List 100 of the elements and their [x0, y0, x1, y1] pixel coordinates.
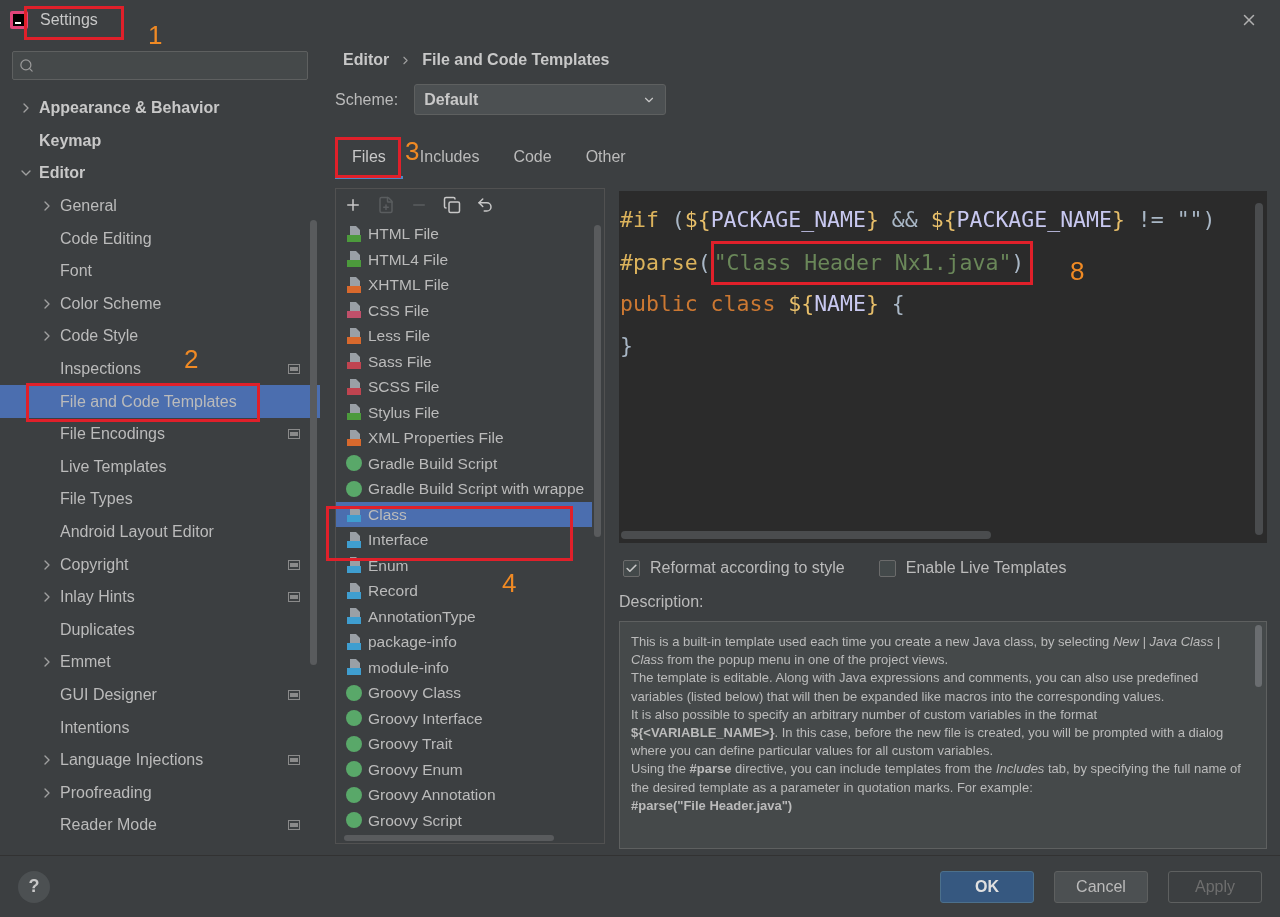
scheme-dropdown[interactable]: Default: [414, 84, 667, 115]
file-icon: [346, 250, 362, 269]
template-item[interactable]: Enum: [336, 552, 413, 578]
tree-item[interactable]: File Types: [0, 483, 320, 516]
file-icon: [346, 352, 362, 371]
project-icon: [288, 592, 300, 603]
tree-item[interactable]: Inlay Hints: [0, 580, 320, 614]
file-icon: [346, 301, 362, 320]
template-item[interactable]: Sass File: [336, 348, 436, 374]
groovy-icon: [346, 684, 362, 701]
template-item[interactable]: package-info: [336, 629, 461, 655]
tree-item[interactable]: Live Templates: [0, 450, 320, 484]
tree-item[interactable]: Duplicates: [0, 613, 320, 647]
code-line: #parse("Class Header Nx1.java"): [619, 241, 1034, 283]
search-field[interactable]: [12, 51, 308, 80]
tree-item[interactable]: File Encodings: [0, 417, 320, 451]
tree-item[interactable]: Appearance & Behavior: [0, 92, 320, 125]
template-item[interactable]: Groovy Script: [336, 807, 466, 833]
annotation-number: 4: [502, 570, 517, 596]
file-icon: [346, 377, 362, 396]
copy-icon[interactable]: [443, 196, 461, 214]
file-icon: [346, 224, 362, 243]
groovy-icon: [346, 786, 362, 803]
template-item[interactable]: Gradle Build Script with wrappe: [336, 476, 589, 502]
project-icon: [288, 755, 300, 766]
scrollbar[interactable]: [344, 835, 554, 841]
template-item[interactable]: HTML4 File: [336, 246, 453, 272]
scrollbar[interactable]: [1255, 625, 1262, 687]
template-item[interactable]: Groovy Trait: [336, 731, 457, 757]
groovy-icon: [346, 455, 362, 472]
tree-item[interactable]: Color Scheme: [0, 287, 320, 321]
template-item[interactable]: module-info: [336, 654, 453, 680]
tree-item[interactable]: General: [0, 189, 320, 223]
tree-item[interactable]: Language Injections: [0, 743, 320, 777]
template-item[interactable]: CSS File: [336, 297, 434, 323]
file-icon: [346, 403, 362, 422]
description-text: #parse("File Header.java"): [631, 796, 794, 815]
tree-item[interactable]: GUI Designer: [0, 678, 320, 712]
template-item[interactable]: Groovy Annotation: [336, 782, 500, 808]
code-line: #if (${PACKAGE_NAME} && ${PACKAGE_NAME} != ""): [619, 206, 1216, 234]
tree-item[interactable]: Android Layout Editor: [0, 515, 320, 549]
checkmark-icon: [625, 561, 638, 575]
file-icon: [346, 632, 362, 651]
project-icon: [288, 820, 300, 831]
template-item[interactable]: AnnotationType: [336, 603, 480, 629]
template-item[interactable]: SCSS File: [336, 374, 444, 400]
scrollbar[interactable]: [310, 220, 317, 665]
dialog-button[interactable]: Cancel: [1054, 870, 1148, 903]
template-item[interactable]: Gradle Build Script: [336, 450, 502, 476]
checkbox[interactable]: [623, 559, 640, 577]
template-item[interactable]: Interface: [336, 527, 433, 553]
tab[interactable]: Code: [496, 137, 569, 179]
tree-item[interactable]: Keymap: [0, 124, 320, 158]
annotation-number: 8: [1070, 258, 1085, 284]
file-icon: [346, 326, 362, 345]
dialog-button[interactable]: OK: [940, 870, 1034, 903]
tree-item[interactable]: Intentions: [0, 711, 320, 744]
template-item[interactable]: XML Properties File: [336, 425, 508, 451]
template-item[interactable]: XHTML File: [336, 272, 454, 298]
annotation-number: 3: [405, 138, 420, 164]
checkbox-label: Enable Live Templates: [905, 558, 1067, 578]
tree-item[interactable]: Reader Mode: [0, 809, 320, 842]
file-icon: [346, 275, 362, 294]
template-item[interactable]: Stylus File: [336, 399, 444, 425]
checkbox[interactable]: [878, 559, 896, 577]
template-item[interactable]: Record: [336, 578, 422, 604]
tree-item[interactable]: Proofreading: [0, 776, 320, 810]
description-label: Description:: [619, 592, 705, 612]
file-icon: [346, 556, 362, 575]
code-line: }: [619, 332, 633, 360]
scheme-label: Scheme:: [335, 89, 399, 110]
tree-item[interactable]: Code Editing: [0, 222, 320, 255]
help-button[interactable]: ?: [18, 870, 50, 903]
tab[interactable]: Other: [568, 137, 643, 179]
template-item[interactable]: HTML File: [336, 221, 443, 247]
scrollbar[interactable]: [621, 531, 991, 539]
checkbox-label: Reformat according to style: [650, 558, 845, 578]
groovy-icon: [346, 480, 362, 497]
search-icon: [19, 58, 34, 73]
file-icon: [346, 530, 362, 549]
template-item[interactable]: Groovy Class: [336, 680, 466, 706]
code-line: public class ${NAME} {: [619, 290, 905, 318]
project-icon: [288, 690, 300, 700]
template-item[interactable]: Groovy Enum: [336, 756, 467, 782]
scrollbar[interactable]: [1255, 203, 1263, 535]
tree-item[interactable]: Font: [0, 254, 320, 288]
template-item[interactable]: Less File: [336, 323, 435, 349]
scrollbar[interactable]: [594, 225, 601, 537]
template-item[interactable]: Groovy Interface: [336, 705, 487, 731]
tab[interactable]: Files: [335, 137, 403, 179]
tree-item[interactable]: Copyright: [0, 548, 320, 581]
add-icon[interactable]: [344, 196, 362, 214]
tree-item[interactable]: Editor: [0, 157, 320, 190]
description-text: The template is editable. Along with Java expressions and comments, you can also use predefined variables (listed below) that will then be expanded like macros into the corresponding values.: [631, 669, 1200, 706]
description-text: Using the #parse directive, you can include templates from the Includes tab, by specifying the full name of the desired template as a parameter in quotation marks. For example:: [631, 760, 1242, 797]
tree-item[interactable]: Emmet: [0, 646, 320, 679]
reset-icon[interactable]: [476, 196, 494, 214]
highlight-frame: [335, 137, 401, 178]
file-icon: [346, 428, 362, 447]
project-icon: [288, 559, 300, 570]
